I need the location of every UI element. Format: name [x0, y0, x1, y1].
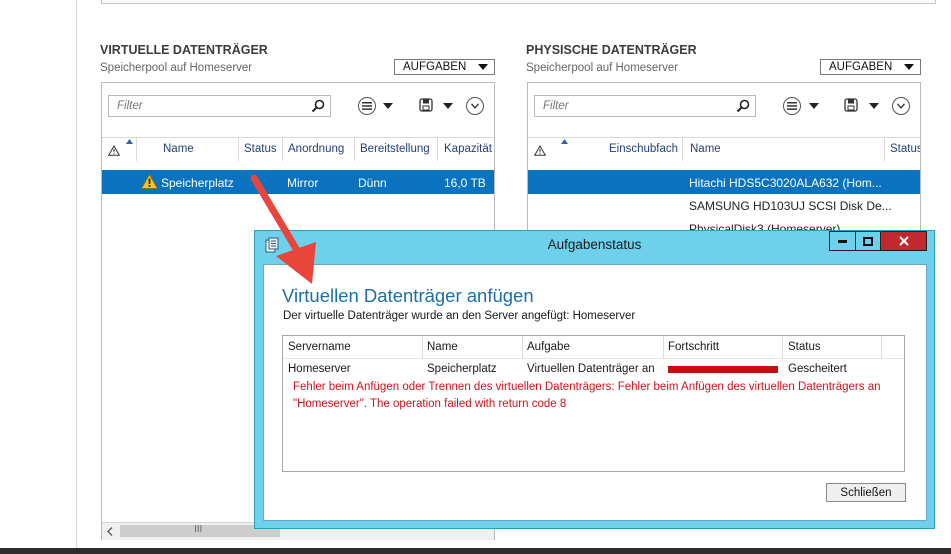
- chevron-down-icon[interactable]: [443, 103, 453, 109]
- progress-fill: [668, 366, 778, 373]
- save-query-icon[interactable]: [418, 97, 434, 113]
- physical-filter-box[interactable]: [534, 95, 756, 117]
- column-provisioning[interactable]: Bereitstellung: [360, 143, 430, 155]
- virtual-disks-title: VIRTUELLE DATENTRÄGER: [100, 43, 268, 57]
- grid-status: Gescheitert: [788, 363, 847, 375]
- close-icon: [898, 236, 909, 246]
- grid-column-status[interactable]: Status: [788, 341, 821, 353]
- grid-server: Homeserver: [288, 363, 351, 375]
- expand-circle-icon[interactable]: [892, 97, 910, 115]
- scrollbar-grip: III: [194, 524, 203, 535]
- column-name[interactable]: Name: [163, 143, 194, 155]
- error-line-2: "Homeserver". The operation failed with …: [293, 398, 567, 410]
- close-window-button[interactable]: [880, 231, 927, 251]
- sort-ascending-icon[interactable]: [126, 139, 133, 144]
- row-capacity: 16,0 TB: [444, 176, 486, 190]
- maximize-icon: [863, 236, 873, 246]
- chevron-down-icon[interactable]: [869, 103, 879, 109]
- expand-circle-icon[interactable]: [466, 97, 484, 115]
- upper-panel-edge: [101, 0, 936, 4]
- grid-column-progress[interactable]: Fortschritt: [668, 341, 719, 353]
- column-bay[interactable]: Einschubfach: [609, 143, 678, 155]
- sort-ascending-icon[interactable]: [561, 139, 568, 144]
- table-row[interactable]: SAMSUNG HD103UJ SCSI Disk De...: [689, 199, 892, 213]
- navigation-rail: [0, 0, 77, 554]
- progress-bar: [668, 366, 778, 373]
- warning-outline-icon: [534, 145, 546, 156]
- chevron-down-icon: [478, 64, 488, 70]
- chevron-down-icon: [904, 64, 914, 70]
- virtual-filter-box[interactable]: [108, 95, 331, 117]
- annotation-arrow: [250, 174, 316, 284]
- dialog-description: Der virtuelle Datenträger wurde an den S…: [283, 310, 636, 322]
- task-grid: Servername Name Aufgabe Fortschritt Stat…: [282, 335, 905, 472]
- physical-disks-title: PHYSISCHE DATENTRÄGER: [526, 43, 697, 57]
- grid-column-task[interactable]: Aufgabe: [527, 341, 570, 353]
- physical-column-header: Einschubfach Name Status: [528, 137, 920, 163]
- task-grid-header: Servername Name Aufgabe Fortschritt Stat…: [283, 336, 904, 359]
- list-view-icon[interactable]: [783, 97, 801, 115]
- minimize-icon: [838, 239, 847, 243]
- minimize-button[interactable]: [829, 231, 856, 251]
- column-status[interactable]: Status: [244, 143, 277, 155]
- warning-outline-icon: [108, 145, 120, 156]
- search-icon[interactable]: [310, 98, 326, 114]
- error-line-1: Fehler beim Anfügen oder Trennen des vir…: [293, 381, 881, 393]
- table-row[interactable]: Homeserver Speicherplatz Virtuellen Date…: [283, 360, 904, 380]
- column-name[interactable]: Name: [690, 143, 721, 155]
- virtual-column-header: Name Status Anordnung Bereitstellung Kap…: [102, 137, 494, 163]
- search-icon[interactable]: [735, 98, 751, 114]
- physical-disks-subtitle: Speicherpool auf Homeserver: [526, 62, 679, 74]
- virtual-tasks-button[interactable]: AUFGABEN: [394, 59, 495, 75]
- grid-column-name[interactable]: Name: [427, 341, 458, 353]
- virtual-tasks-label: AUFGABEN: [403, 61, 467, 73]
- warning-icon: [141, 174, 158, 189]
- save-query-icon[interactable]: [843, 97, 859, 113]
- grid-task: Virtuellen Datenträger an: [527, 363, 655, 375]
- physical-tasks-button[interactable]: AUFGABEN: [820, 59, 921, 75]
- table-row[interactable]: Hitachi HDS5C3020ALA632 (Hom...: [528, 170, 920, 194]
- taskbar: [0, 548, 951, 554]
- column-capacity[interactable]: Kapazität: [444, 143, 494, 155]
- row-provisioning: Dünn: [358, 176, 387, 190]
- scroll-left-icon[interactable]: [107, 527, 113, 536]
- grid-column-servername[interactable]: Servername: [288, 341, 351, 353]
- grid-name: Speicherplatz: [427, 363, 497, 375]
- chevron-down-icon[interactable]: [383, 103, 393, 109]
- physical-filter-input[interactable]: [541, 99, 735, 113]
- virtual-filter-input[interactable]: [115, 99, 310, 113]
- list-view-icon[interactable]: [358, 97, 376, 115]
- chevron-down-icon[interactable]: [809, 103, 819, 109]
- maximize-button[interactable]: [855, 231, 881, 251]
- physical-tasks-label: AUFGABEN: [829, 61, 893, 73]
- error-message: Fehler beim Anfügen oder Trennen des vir…: [293, 379, 903, 413]
- row-name: Speicherplatz: [161, 176, 234, 190]
- virtual-disks-subtitle: Speicherpool auf Homeserver: [100, 62, 253, 74]
- column-status[interactable]: Status: [890, 143, 920, 155]
- close-button[interactable]: Schließen: [826, 483, 906, 502]
- column-layout[interactable]: Anordnung: [288, 143, 344, 155]
- row-name: Hitachi HDS5C3020ALA632 (Hom...: [689, 176, 882, 190]
